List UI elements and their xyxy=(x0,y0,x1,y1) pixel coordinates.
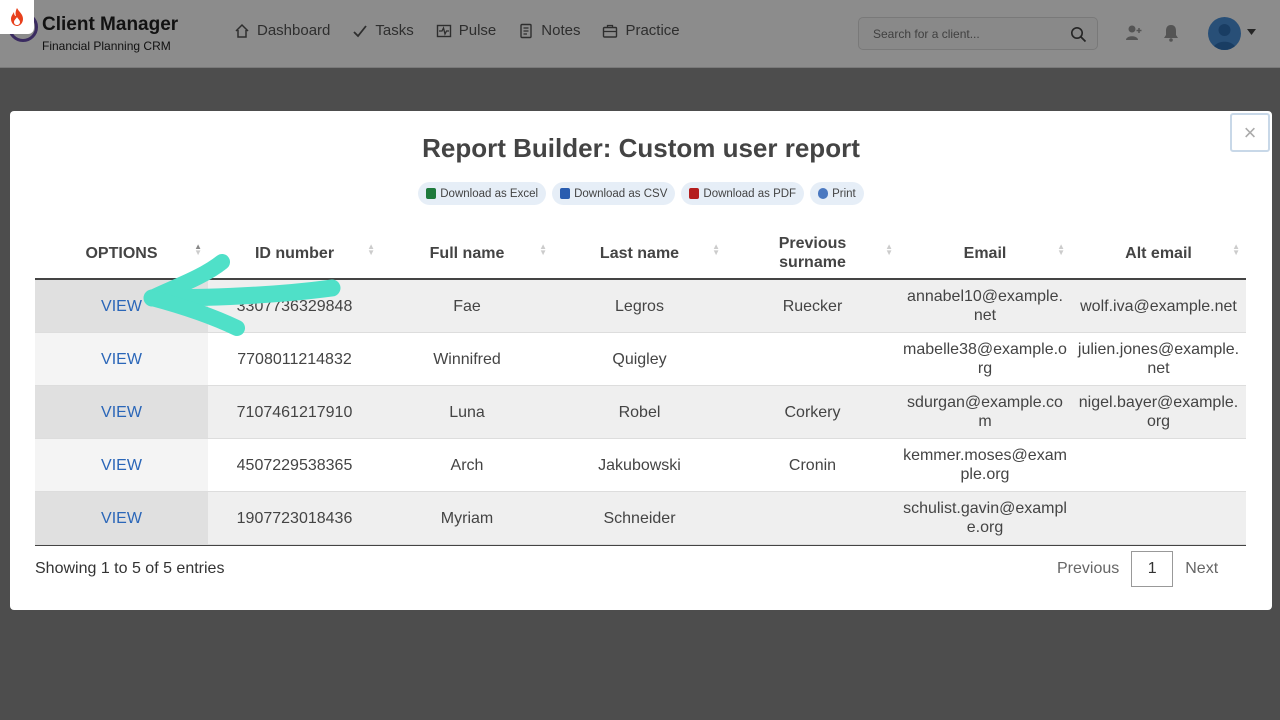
full-name-cell: Arch xyxy=(450,456,484,474)
view-link[interactable]: VIEW xyxy=(101,297,142,316)
last-name-cell: Jakubowski xyxy=(598,456,681,474)
id-cell: 7107461217910 xyxy=(236,403,353,421)
options-cell: VIEW xyxy=(35,333,208,385)
last-name-cell: Legros xyxy=(615,297,664,315)
column-header-label: Full name xyxy=(429,244,505,262)
previous-page-button[interactable]: Previous xyxy=(1045,560,1131,578)
view-link[interactable]: VIEW xyxy=(101,403,142,422)
id-cell: 7708011214832 xyxy=(237,350,352,368)
email-cell: annabel10@example.net xyxy=(907,288,1063,324)
view-link[interactable]: VIEW xyxy=(101,456,142,475)
table-row: VIEW 7708011214832 Winnifred Quigley mab… xyxy=(35,333,1246,386)
csv-icon xyxy=(560,188,571,199)
previous-surname-cell xyxy=(726,492,899,544)
sort-icon: ▲ ▼ xyxy=(539,242,547,257)
previous-surname-cell xyxy=(726,333,899,385)
previous-surname-cell: Cronin xyxy=(788,456,837,474)
app-flame-icon xyxy=(0,0,34,34)
table-row: VIEW 4507229538365 Arch Jakubowski Croni… xyxy=(35,439,1246,492)
excel-icon xyxy=(426,188,437,199)
id-cell: 4507229538365 xyxy=(236,456,353,474)
view-link[interactable]: VIEW xyxy=(101,509,142,528)
previous-surname-cell: Ruecker xyxy=(782,297,843,315)
last-name-cell: Schneider xyxy=(603,509,676,527)
column-header-label: Last name xyxy=(599,244,680,262)
full-name-cell: Fae xyxy=(453,297,481,315)
download-pdf-button[interactable]: Download as PDF xyxy=(681,182,805,205)
export-buttons: Download as Excel Download as CSV Downlo… xyxy=(10,182,1272,205)
table-info: Showing 1 to 5 of 5 entries xyxy=(35,560,225,577)
email-cell: schulist.gavin@example.org xyxy=(903,500,1067,536)
page-1-button[interactable]: 1 xyxy=(1131,551,1174,587)
last-name-cell: Robel xyxy=(618,403,661,421)
download-excel-label: Download as Excel xyxy=(440,187,539,200)
full-name-cell: Luna xyxy=(449,403,485,421)
alt-email-cell xyxy=(1071,439,1246,491)
download-csv-button[interactable]: Download as CSV xyxy=(552,182,676,205)
print-icon xyxy=(818,188,829,199)
download-csv-label: Download as CSV xyxy=(574,187,668,200)
table-bottom-rule xyxy=(35,545,1246,546)
last-name-cell: Quigley xyxy=(612,350,667,368)
download-excel-button[interactable]: Download as Excel xyxy=(418,182,547,205)
report-modal: × Report Builder: Custom user report Dow… xyxy=(10,111,1272,610)
sort-icon: ▲ ▼ xyxy=(367,242,375,257)
alt-email-cell: julien.jones@example.net xyxy=(1077,341,1240,377)
sort-icon: ▲ ▼ xyxy=(1057,242,1065,257)
modal-title: Report Builder: Custom user report xyxy=(422,133,860,163)
print-label: Print xyxy=(832,187,856,200)
alt-email-cell xyxy=(1071,492,1246,544)
pagination: Previous 1 Next xyxy=(1045,551,1230,587)
pdf-icon xyxy=(689,188,700,199)
download-pdf-label: Download as PDF xyxy=(703,187,797,200)
column-header-label: Alt email xyxy=(1125,244,1192,262)
options-cell: VIEW xyxy=(35,439,208,491)
sort-icon: ▲ ▼ xyxy=(885,242,893,257)
options-cell: VIEW xyxy=(35,492,208,544)
print-button[interactable]: Print xyxy=(810,182,864,205)
column-header-previous-surname[interactable]: Previous surname ▲ ▼ xyxy=(726,228,899,278)
column-header-label: Previous surname xyxy=(778,235,847,271)
column-header-full-name[interactable]: Full name ▲ ▼ xyxy=(381,228,553,278)
sort-icon: ▲ ▼ xyxy=(1232,242,1240,257)
sort-icon: ▲ ▼ xyxy=(712,242,720,257)
column-header-last-name[interactable]: Last name ▲ ▼ xyxy=(553,228,726,278)
column-header-email[interactable]: Email ▲ ▼ xyxy=(899,228,1071,278)
next-page-button[interactable]: Next xyxy=(1173,560,1230,578)
column-header-alt-email[interactable]: Alt email ▲ ▼ xyxy=(1071,228,1246,278)
view-link[interactable]: VIEW xyxy=(101,350,142,369)
column-header-label: Email xyxy=(963,244,1007,262)
previous-surname-cell: Corkery xyxy=(784,403,841,421)
full-name-cell: Myriam xyxy=(440,509,494,527)
table-row: VIEW 7107461217910 Luna Robel Corkery sd… xyxy=(35,386,1246,439)
email-cell: sdurgan@example.com xyxy=(907,394,1063,430)
full-name-cell: Winnifred xyxy=(433,350,501,368)
email-cell: kemmer.moses@example.org xyxy=(903,447,1067,483)
table-row: VIEW 1907723018436 Myriam Schneider schu… xyxy=(35,492,1246,545)
alt-email-cell: wolf.iva@example.net xyxy=(1080,297,1237,315)
options-cell: VIEW xyxy=(35,386,208,438)
email-cell: mabelle38@example.org xyxy=(903,341,1067,377)
alt-email-cell: nigel.bayer@example.org xyxy=(1078,394,1239,430)
annotation-arrow-icon xyxy=(143,254,341,336)
id-cell: 1907723018436 xyxy=(236,509,353,527)
